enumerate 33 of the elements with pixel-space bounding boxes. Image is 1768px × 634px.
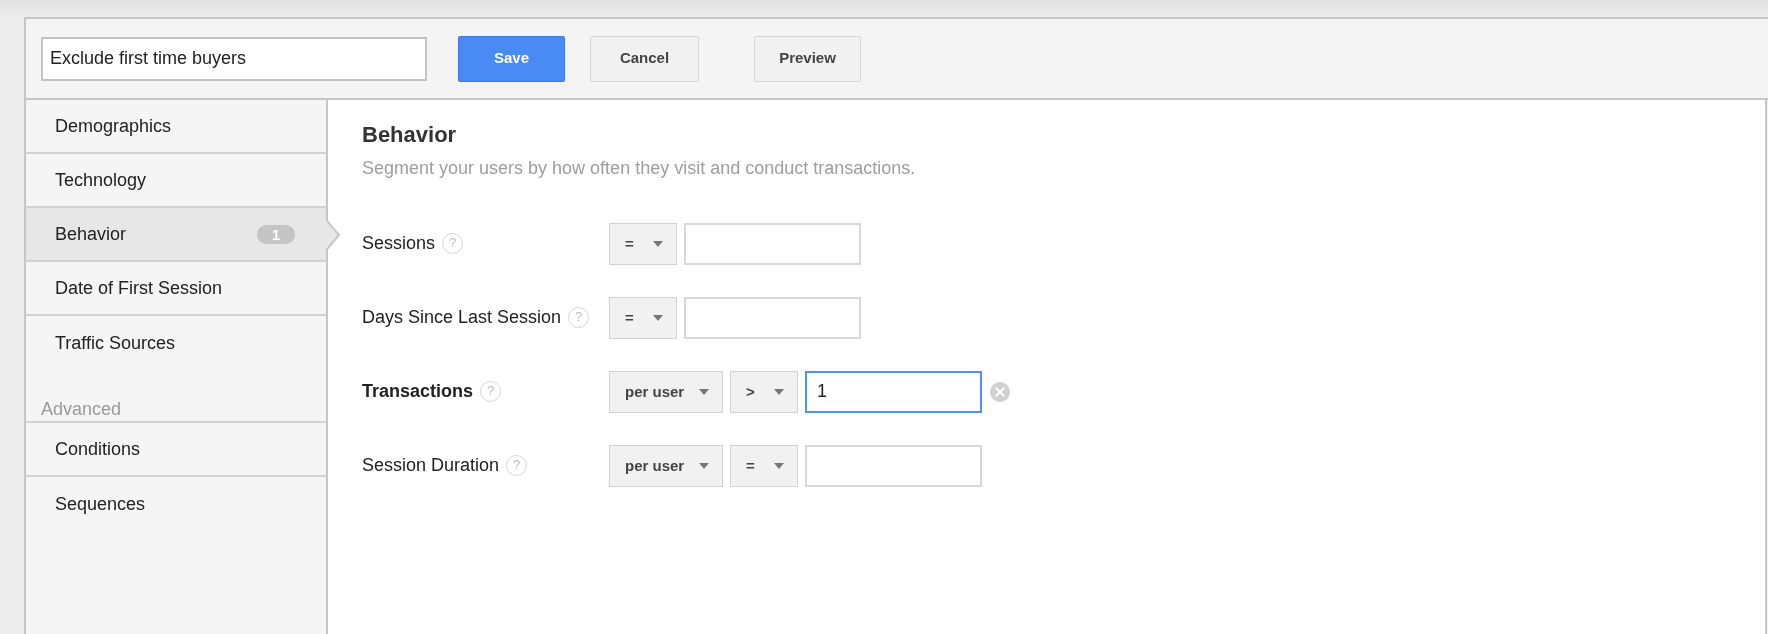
preview-button[interactable]: Preview	[754, 35, 861, 82]
caret-icon	[699, 389, 709, 395]
section-title: Behavior	[362, 122, 458, 149]
count-badge: 1	[257, 224, 295, 244]
value-input[interactable]	[684, 223, 861, 265]
sidebar-item[interactable]: Demographics	[26, 100, 326, 154]
operator-dropdown[interactable]: =	[609, 297, 677, 339]
sidebar-item[interactable]: Sequences	[26, 477, 326, 531]
caret-icon	[699, 463, 709, 469]
value-input[interactable]	[805, 445, 982, 487]
condition-label: Sessions	[362, 232, 436, 256]
cancel-button[interactable]: Cancel	[590, 35, 699, 82]
scope-dropdown[interactable]: per user	[609, 371, 723, 413]
caret-icon	[653, 315, 663, 321]
section-description: Segment your users by how often they visit and conduct transactions.	[362, 158, 917, 180]
caret-icon	[774, 463, 784, 469]
caret-icon	[653, 241, 663, 247]
scope-dropdown[interactable]: per user	[609, 445, 723, 487]
operator-dropdown[interactable]: =	[609, 223, 677, 265]
condition-label: Days Since Last Session	[362, 306, 562, 330]
segment-name-input[interactable]: Exclude first time buyers	[41, 36, 427, 81]
value-input[interactable]: 1	[805, 371, 982, 413]
caret-icon	[774, 389, 784, 395]
sidebar-item[interactable]: Traffic Sources	[26, 316, 326, 370]
sidebar-item[interactable]: Conditions	[26, 423, 326, 477]
operator-dropdown[interactable]: >	[730, 371, 798, 413]
sidebar-item[interactable]: Date of First Session	[26, 262, 326, 316]
condition-label: Transactions	[362, 380, 474, 404]
condition-label: Session Duration	[362, 454, 500, 478]
value-input[interactable]	[684, 297, 861, 339]
operator-dropdown[interactable]: =	[730, 445, 798, 487]
clear-icon	[990, 382, 1010, 402]
section-heading: Advanced	[41, 399, 122, 421]
